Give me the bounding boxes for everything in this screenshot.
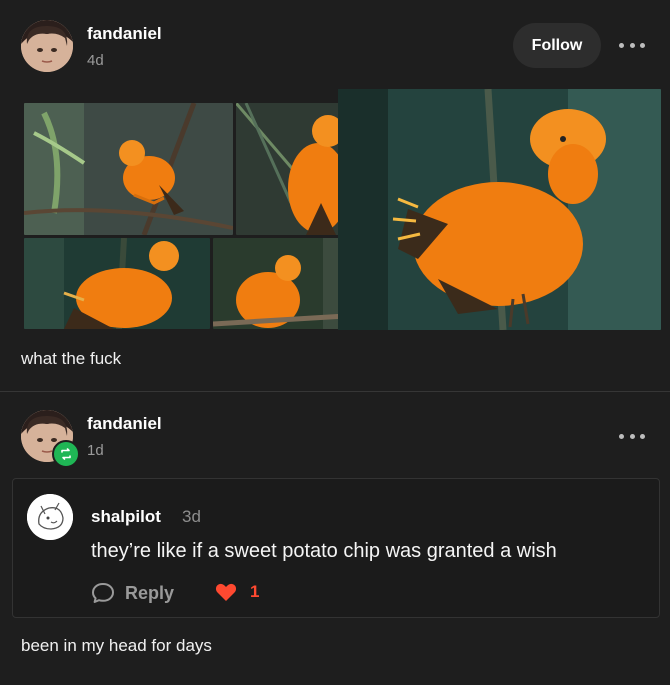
reblog-caption: been in my head for days [21,636,212,655]
speech-bubble-icon [92,583,114,603]
post-header: fandaniel 4d Follow [0,0,670,90]
photo-bird-side[interactable] [24,238,210,329]
reblog-more-options-icon[interactable] [619,426,645,446]
post-caption: what the fuck [21,349,122,368]
avatar[interactable] [21,20,73,72]
reblog-time[interactable]: 1d [87,442,104,459]
reblog-username[interactable]: fandaniel [87,414,162,434]
more-options-icon[interactable] [619,35,645,55]
reply-text: they’re like if a sweet potato chip was … [91,540,557,562]
reply-button[interactable]: Reply [91,582,174,604]
orange-bird-perched-icon [213,238,346,329]
reply-avatar[interactable] [27,494,73,540]
photo-bird-large[interactable] [338,89,661,330]
orange-bird-closeup-icon [236,103,346,235]
post-time[interactable]: 4d [87,52,104,69]
post-username[interactable]: fandaniel [87,24,162,44]
like-button[interactable]: 1 [215,582,259,602]
reply-card: shalpilot 3d they’re like if a sweet pot… [12,478,660,618]
divider [0,391,670,392]
photo-bird-closeup[interactable] [236,103,346,235]
follow-button[interactable]: Follow [513,23,601,68]
sketch-avatar-icon [27,494,73,540]
reply-username[interactable]: shalpilot [91,507,161,527]
photo-bird-perched[interactable] [213,238,346,329]
orange-bird-large-icon [338,89,661,330]
like-count: 1 [250,582,260,601]
photoset [12,89,661,330]
avatar-face-icon [21,20,73,72]
orange-bird-side-icon [24,238,210,329]
heart-icon [215,583,237,601]
orange-bird-on-branch-icon [24,103,233,235]
reply-label: Reply [125,582,175,603]
reblog-icon [52,440,80,468]
reply-time: 3d [182,507,201,526]
photo-bird-on-branch[interactable] [24,103,233,235]
